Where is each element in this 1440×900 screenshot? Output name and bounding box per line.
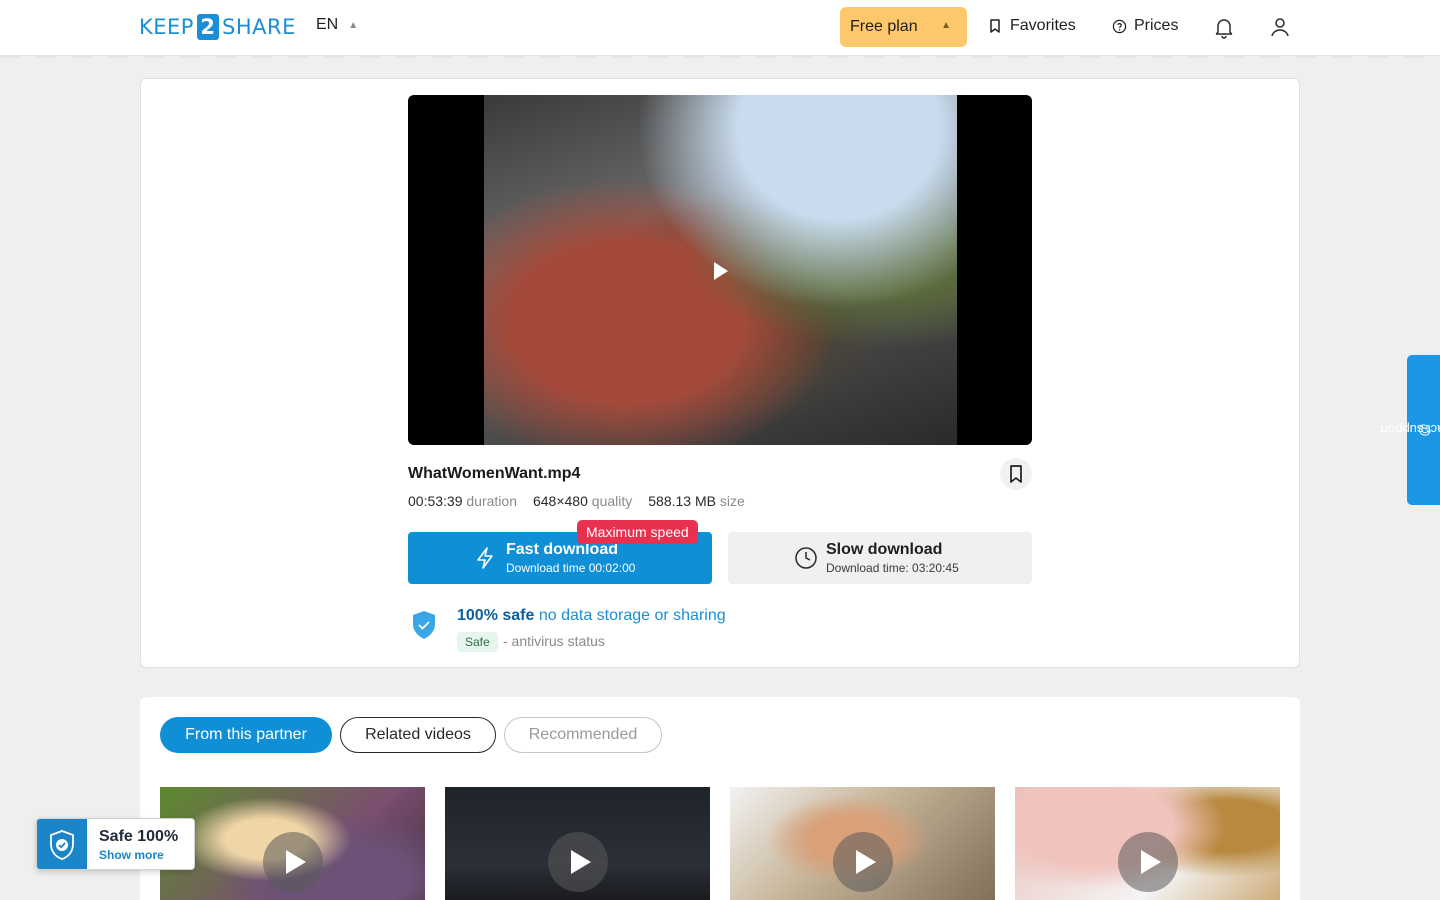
duration-label: duration <box>466 493 517 509</box>
widget-shield-area <box>37 819 87 869</box>
slow-download-time: Download time: 03:20:45 <box>826 561 959 575</box>
add-to-favorites-button[interactable] <box>1000 458 1032 490</box>
file-name: WhatWomenWant.mp4 <box>408 465 581 482</box>
favorites-link[interactable]: Favorites <box>988 17 1076 35</box>
top-header: KEEP 2 SHARE EN ▲ Free plan ▲ Favorites … <box>0 0 1440 56</box>
tab-recommended[interactable]: Recommended <box>504 717 662 753</box>
bell-icon[interactable] <box>1212 15 1236 39</box>
favorites-label: Favorites <box>1010 17 1076 34</box>
fast-download-time: Download time 00:02:00 <box>506 561 636 575</box>
safety-bold: 100% safe <box>457 607 535 624</box>
header-divider <box>0 56 1440 58</box>
chevron-up-icon: ▲ <box>941 20 951 31</box>
clock-icon <box>795 547 817 569</box>
tab-from-this-partner[interactable]: From this partner <box>160 717 332 753</box>
tab-related-videos[interactable]: Related videos <box>340 717 496 753</box>
logo-badge-2: 2 <box>196 14 219 40</box>
play-icon[interactable] <box>833 832 893 892</box>
shield-check-icon <box>50 830 74 860</box>
logo-text-keep: KEEP <box>139 15 194 39</box>
video-thumbnail[interactable] <box>1015 787 1280 900</box>
size-value: 588.13 MB <box>648 493 716 509</box>
logo-text-share: SHARE <box>221 15 296 39</box>
plan-label: Free plan <box>850 18 918 35</box>
keep2share-logo[interactable]: KEEP 2 SHARE <box>139 14 296 40</box>
prices-link[interactable]: Prices <box>1112 17 1178 35</box>
play-icon[interactable] <box>1118 832 1178 892</box>
meta-size: 588.13 MB size <box>648 493 745 509</box>
size-label: size <box>719 493 745 509</box>
lightning-icon <box>477 547 493 569</box>
user-icon[interactable] <box>1268 15 1292 39</box>
language-selector[interactable]: EN ▲ <box>316 16 358 34</box>
contact-support-tab[interactable]: @ contact support <box>1379 355 1440 505</box>
duration-value: 00:53:39 <box>408 493 463 509</box>
maximum-speed-badge: Maximum speed <box>577 520 698 544</box>
safety-statement: 100% safe no data storage or sharing <box>457 607 726 625</box>
video-thumbnail[interactable] <box>445 787 710 900</box>
contact-support-text: contact support <box>1379 422 1440 438</box>
question-circle-icon <box>1112 19 1127 33</box>
free-plan-button[interactable]: Free plan ▲ <box>840 7 967 47</box>
antivirus-status-label: - antivirus status <box>503 633 605 649</box>
safe-widget-title: Safe 100% <box>99 828 179 845</box>
play-icon[interactable] <box>548 832 608 892</box>
chevron-up-icon: ▲ <box>348 19 359 31</box>
video-thumbnail[interactable] <box>160 787 425 900</box>
safe-100-widget[interactable]: Safe 100% Show more <box>36 818 195 870</box>
bookmark-icon <box>1010 465 1022 483</box>
shield-check-icon <box>413 611 435 639</box>
meta-quality: 648×480 quality <box>533 493 632 509</box>
antivirus-safe-badge: Safe <box>457 632 498 652</box>
quality-label: quality <box>591 493 633 509</box>
play-icon[interactable] <box>263 832 323 892</box>
quality-value: 648×480 <box>532 493 588 509</box>
play-icon[interactable] <box>714 262 728 280</box>
language-label: EN <box>316 16 339 33</box>
slow-download-button[interactable]: Slow download Download time: 03:20:45 <box>728 532 1032 584</box>
bookmark-icon <box>990 19 1000 33</box>
file-meta: 00:53:39 duration 648×480 quality 588.13… <box>408 493 745 509</box>
video-thumbnail[interactable] <box>730 787 995 900</box>
slow-download-title: Slow download <box>826 541 943 558</box>
meta-duration: 00:53:39 duration <box>408 493 517 509</box>
safety-rest: no data storage or sharing <box>538 607 726 624</box>
prices-label: Prices <box>1134 17 1179 34</box>
contact-support-label: @ contact support <box>1379 423 1440 438</box>
show-more-link[interactable]: Show more <box>99 848 164 862</box>
